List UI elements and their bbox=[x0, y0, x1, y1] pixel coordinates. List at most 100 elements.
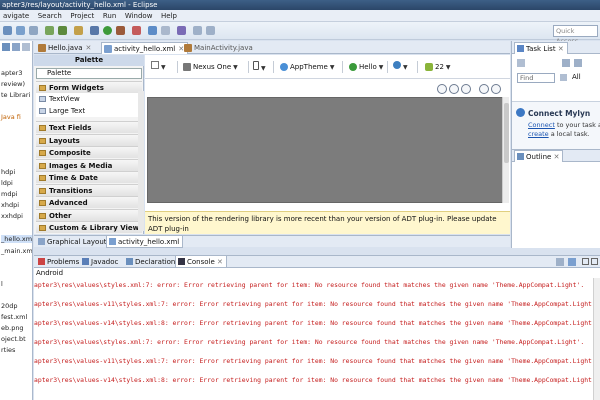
close-icon[interactable]: ✕ bbox=[86, 44, 92, 52]
back-icon[interactable] bbox=[193, 26, 202, 35]
open-type-icon[interactable] bbox=[161, 26, 170, 35]
palette-category[interactable]: Advanced bbox=[36, 196, 142, 208]
orientation-dropdown[interactable]: ▼ bbox=[253, 61, 266, 73]
debug-icon[interactable] bbox=[90, 26, 99, 35]
new-class-icon[interactable] bbox=[148, 26, 157, 35]
link-editor-icon[interactable] bbox=[12, 43, 20, 51]
close-icon[interactable]: ✕ bbox=[558, 45, 564, 53]
palette-combo[interactable]: Palette bbox=[36, 68, 142, 79]
tree-item[interactable]: 20dp bbox=[1, 302, 18, 310]
external-tools-icon[interactable] bbox=[116, 26, 125, 35]
tree-item[interactable]: fest.xml bbox=[1, 313, 27, 321]
tree-item[interactable]: l bbox=[1, 280, 3, 288]
menu-run[interactable]: Run bbox=[100, 10, 119, 21]
tab-graphical-layout[interactable]: Graphical Layout bbox=[36, 236, 110, 248]
tab-task-list[interactable]: Task List ✕ bbox=[514, 42, 568, 54]
menu-navigate[interactable]: avigate bbox=[0, 10, 32, 21]
close-icon[interactable]: ✕ bbox=[217, 258, 223, 266]
collapse-all-icon[interactable] bbox=[2, 43, 10, 51]
tab-mainactivity-java[interactable]: MainActivity.java bbox=[182, 42, 256, 54]
menu-project[interactable]: Project bbox=[67, 10, 97, 21]
palette-category[interactable]: Text Fields bbox=[36, 121, 142, 133]
print-icon[interactable] bbox=[29, 26, 38, 35]
maximize-icon[interactable] bbox=[591, 258, 598, 265]
search-icon[interactable] bbox=[177, 26, 186, 35]
palette-category[interactable]: Images & Media bbox=[36, 159, 142, 171]
device-dropdown[interactable]: Nexus One ▼ bbox=[183, 61, 238, 73]
api-level-dropdown[interactable]: 22 ▼ bbox=[425, 61, 451, 73]
run-icon[interactable] bbox=[103, 26, 112, 35]
palette-item[interactable]: TextView bbox=[36, 93, 142, 105]
palette-category[interactable]: Form Widgets bbox=[36, 81, 142, 93]
main-toolbar: Quick Access bbox=[0, 22, 600, 45]
tab-problems[interactable]: Problems bbox=[36, 256, 82, 268]
view-menu-icon[interactable] bbox=[22, 43, 30, 51]
tree-item[interactable]: review) bbox=[1, 80, 25, 88]
clear-icon[interactable] bbox=[560, 74, 567, 81]
menu-help[interactable]: Help bbox=[158, 10, 180, 21]
tree-item[interactable]: te Librari bbox=[1, 91, 30, 99]
tab-activity-hello-xml[interactable]: activity_hello.xml ✕ bbox=[101, 42, 189, 54]
zoom-in-icon[interactable] bbox=[461, 84, 471, 94]
tree-item[interactable]: hdpi bbox=[1, 168, 15, 176]
connect-link[interactable]: Connect bbox=[528, 121, 555, 129]
find-scope[interactable]: All bbox=[572, 73, 581, 81]
palette-scrollbar[interactable] bbox=[138, 91, 144, 231]
tab-xml-source[interactable]: activity_hello.xml bbox=[106, 236, 184, 248]
refresh-icon[interactable] bbox=[491, 84, 501, 94]
menu-search[interactable]: Search bbox=[35, 10, 65, 21]
palette-category[interactable]: Layouts bbox=[36, 134, 142, 146]
tree-item[interactable]: rties bbox=[1, 346, 15, 354]
activity-dropdown[interactable]: Hello ▼ bbox=[349, 61, 383, 73]
tab-outline[interactable]: Outline ✕ bbox=[514, 150, 564, 162]
close-icon[interactable]: ✕ bbox=[554, 153, 560, 161]
forward-icon[interactable] bbox=[206, 26, 215, 35]
palette-category[interactable]: Custom & Library Views bbox=[36, 221, 143, 233]
categorize-icon[interactable] bbox=[562, 59, 570, 67]
tab-console[interactable]: Console ✕ bbox=[175, 256, 227, 268]
tree-item[interactable]: _main.xm bbox=[1, 247, 32, 255]
save-icon[interactable] bbox=[16, 26, 25, 35]
quick-access-input[interactable]: Quick Access bbox=[553, 25, 598, 45]
clear-console-icon[interactable] bbox=[556, 258, 564, 266]
tree-item[interactable]: ldpi bbox=[1, 179, 13, 187]
new-task-icon[interactable] bbox=[517, 59, 525, 67]
tab-javadoc[interactable]: Javadoc bbox=[80, 256, 121, 268]
tab-declaration[interactable]: Declaration bbox=[124, 256, 178, 268]
palette-category[interactable]: Transitions bbox=[36, 184, 142, 196]
lint-icon[interactable] bbox=[74, 26, 83, 35]
palette-category[interactable]: Time & Date bbox=[36, 171, 142, 183]
avd-manager-icon[interactable] bbox=[58, 26, 67, 35]
palette-item[interactable]: Large Text bbox=[36, 105, 142, 117]
folder-icon bbox=[39, 163, 46, 169]
task-find-input[interactable]: Find bbox=[517, 73, 555, 83]
tree-item-selected[interactable]: _hello.xm bbox=[1, 235, 32, 243]
new-package-icon[interactable] bbox=[132, 26, 141, 35]
theme-dropdown[interactable]: AppTheme ▼ bbox=[280, 61, 334, 73]
layout-actions-button[interactable]: ▼ bbox=[151, 61, 166, 73]
tree-item[interactable]: apter3 bbox=[1, 69, 22, 77]
device-preview[interactable] bbox=[147, 97, 508, 203]
menu-window[interactable]: Window bbox=[122, 10, 156, 21]
create-link[interactable]: create bbox=[528, 130, 549, 138]
minimize-icon[interactable] bbox=[582, 258, 589, 265]
console-scrollbar[interactable] bbox=[593, 278, 600, 400]
tree-item[interactable]: xxhdpi bbox=[1, 212, 23, 220]
zoom-out-icon[interactable] bbox=[479, 84, 489, 94]
palette-category[interactable]: Composite bbox=[36, 146, 142, 158]
zoom-fit-icon[interactable] bbox=[437, 84, 447, 94]
locale-dropdown[interactable]: ▼ bbox=[393, 61, 408, 73]
tab-hello-java[interactable]: Hello.java ✕ bbox=[36, 42, 94, 54]
tree-item[interactable]: Java fi bbox=[1, 113, 21, 121]
filter-icon[interactable] bbox=[574, 59, 582, 67]
new-icon[interactable] bbox=[3, 26, 12, 35]
android-sdk-icon[interactable] bbox=[45, 26, 54, 35]
tree-item[interactable]: xhdpi bbox=[1, 201, 19, 209]
open-console-icon[interactable] bbox=[568, 258, 576, 266]
tree-item[interactable]: oject.bt bbox=[1, 335, 26, 343]
palette-category[interactable]: Other bbox=[36, 209, 142, 221]
zoom-actual-icon[interactable] bbox=[449, 84, 459, 94]
canvas-scrollbar[interactable] bbox=[502, 97, 509, 203]
tree-item[interactable]: mdpi bbox=[1, 190, 17, 198]
tree-item[interactable]: eb.png bbox=[1, 324, 24, 332]
